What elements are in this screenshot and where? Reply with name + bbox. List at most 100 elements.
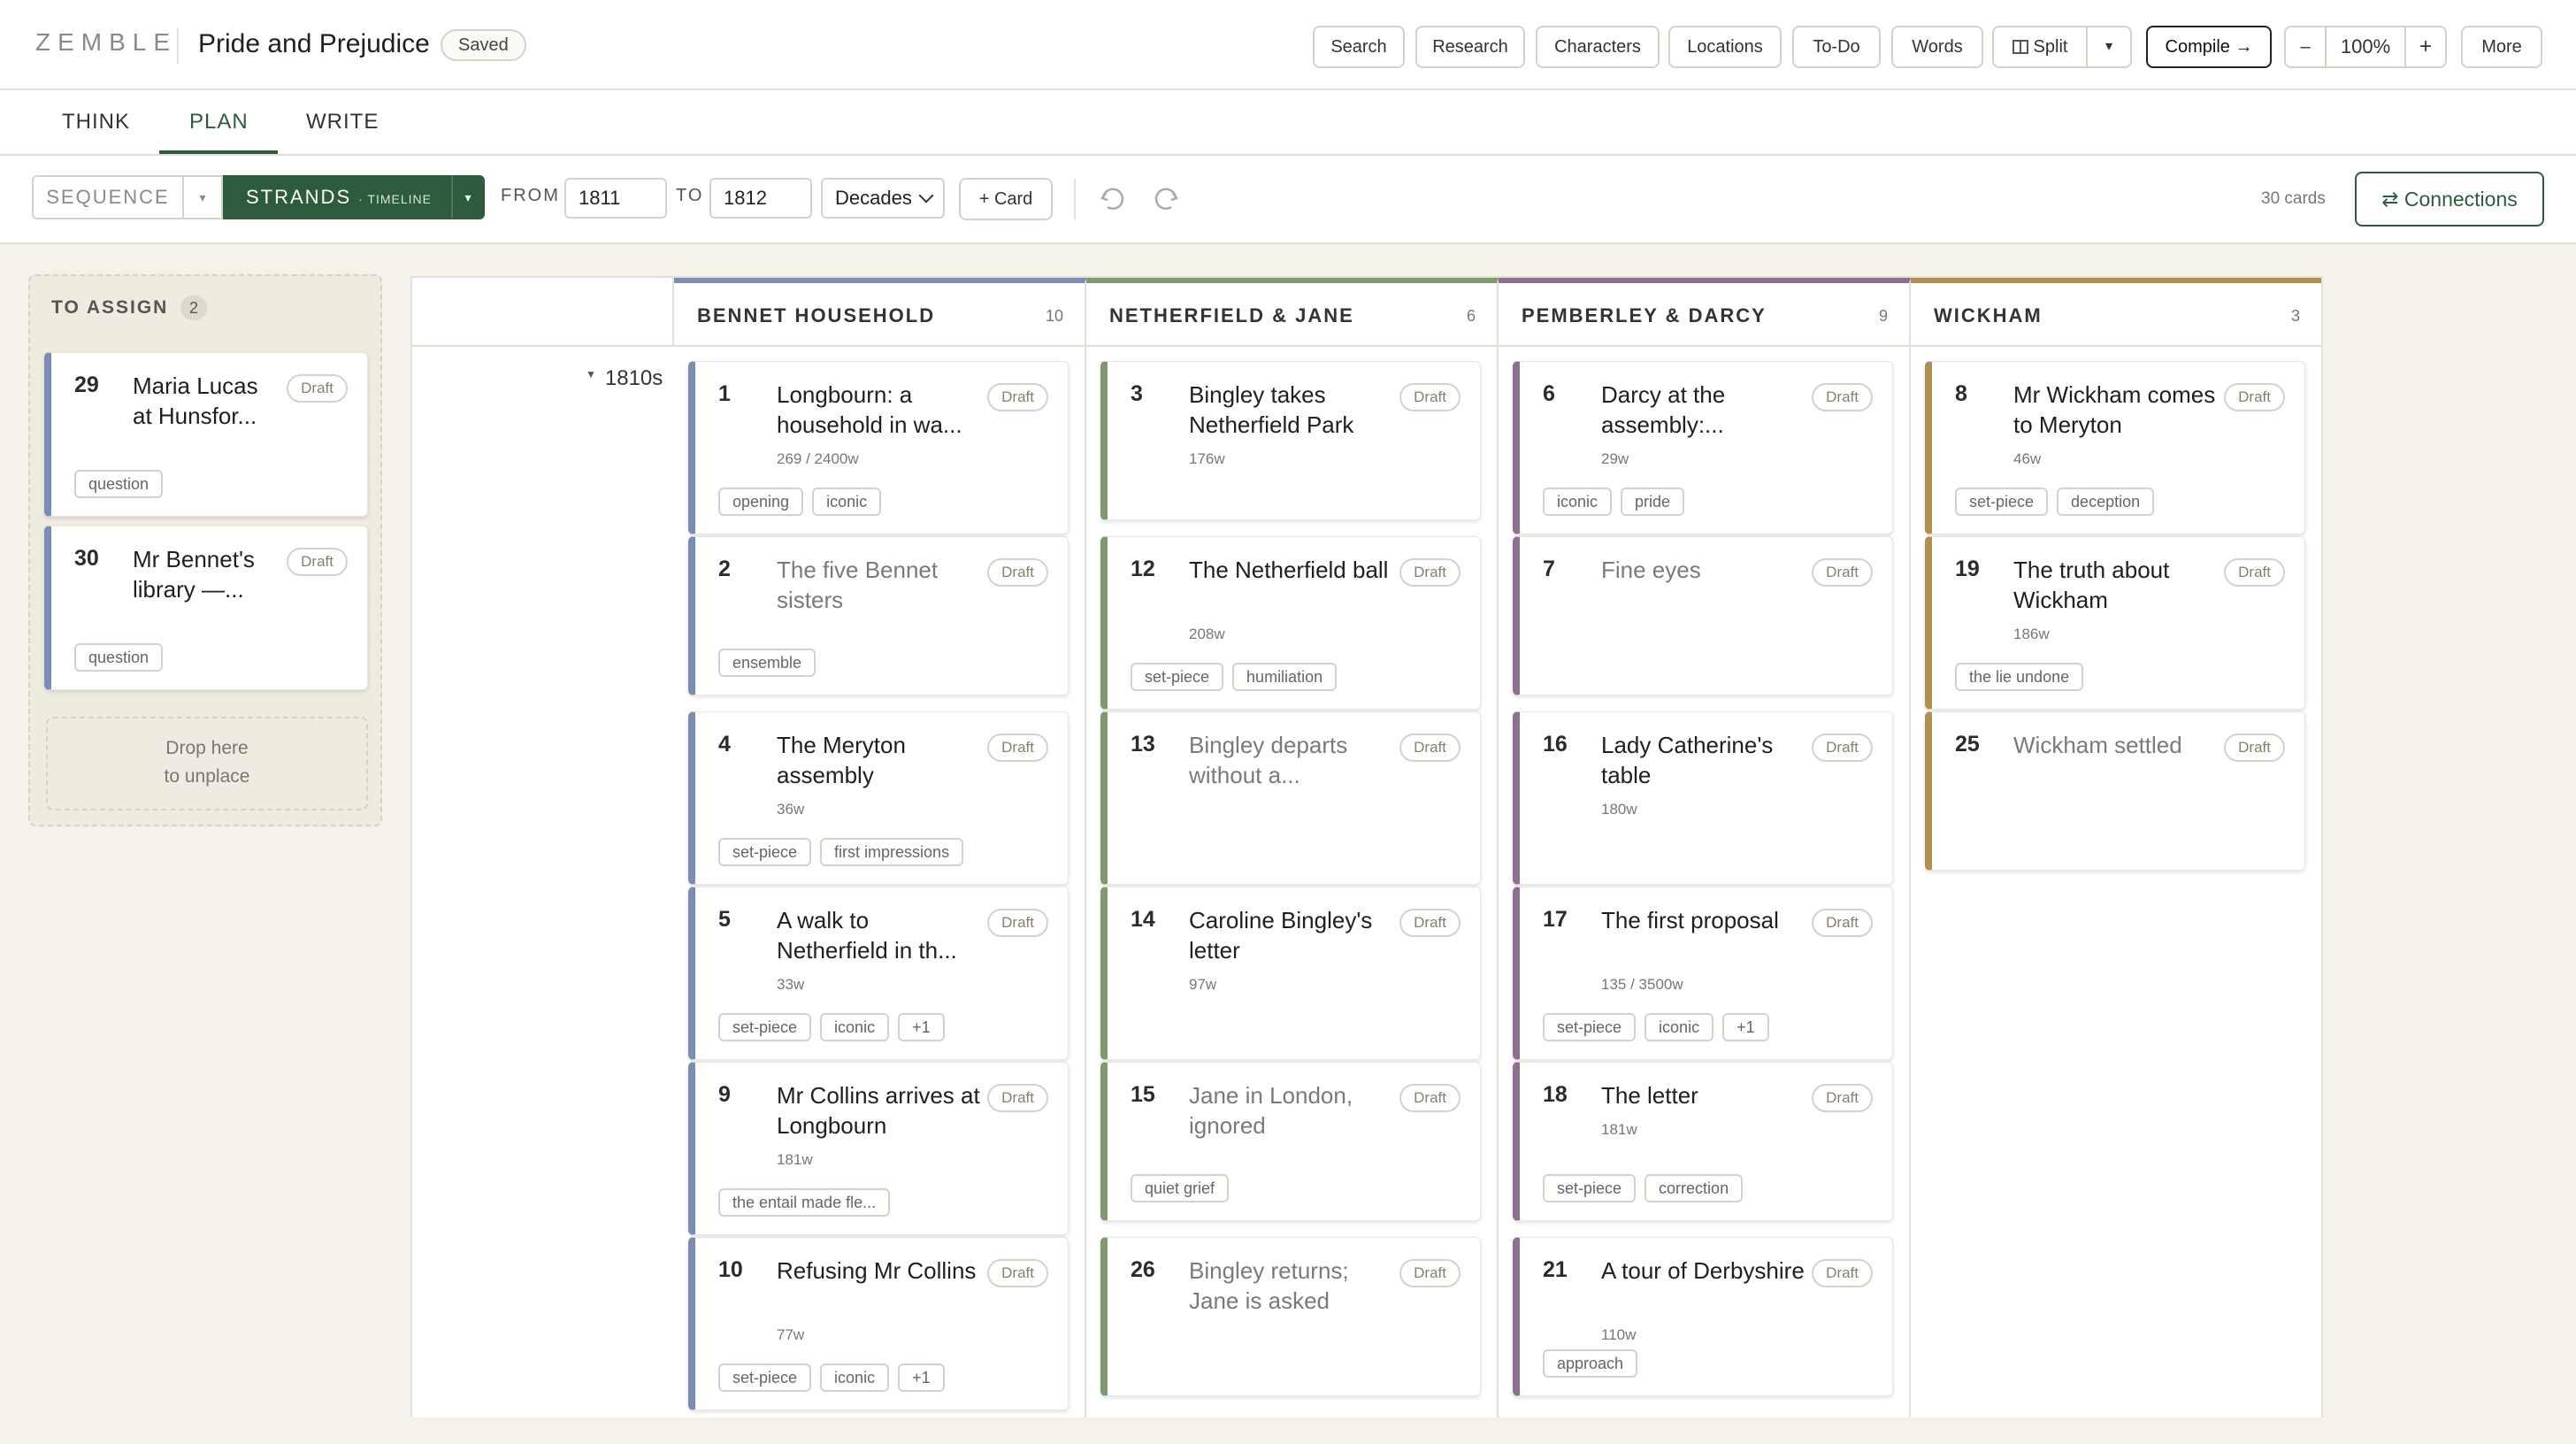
strands-dropdown-caret[interactable]: ▾	[451, 175, 485, 219]
scene-card[interactable]: 15 Jane in London, ignored Draft quiet grie…	[1100, 1062, 1481, 1221]
tag[interactable]: set-piece	[718, 838, 812, 866]
timeline-sublabel: · TIMELINE	[358, 192, 432, 206]
card-title: Mr Wickham comes to Meryton	[2013, 381, 2216, 438]
strand-column-header[interactable]: NETHERFIELD & JANE 6	[1086, 278, 1499, 347]
scene-card[interactable]: 3 Bingley takes Netherfield Park Draft 176w	[1100, 361, 1481, 520]
tag[interactable]: first impressions	[820, 838, 964, 866]
scene-card[interactable]: 2 The five Bennet sisters Draft ensemble	[688, 536, 1069, 695]
redo-icon[interactable]	[1150, 182, 1182, 214]
tag[interactable]: +1	[898, 1363, 945, 1392]
scene-card[interactable]: 29 Maria Lucas at Hunsfor... Draft question	[44, 352, 368, 517]
tag[interactable]: +1	[898, 1013, 945, 1041]
undo-icon[interactable]	[1097, 182, 1129, 214]
tag[interactable]: ensemble	[718, 649, 816, 677]
app-header: ZEMBLE Pride and Prejudice Saved Search …	[0, 0, 2576, 90]
strand-column-header[interactable]: BENNET HOUSEHOLD 10	[674, 278, 1086, 347]
tag[interactable]: set-piece	[718, 1363, 812, 1392]
strands-view-button[interactable]: STRANDS · TIMELINE	[223, 175, 455, 219]
tag[interactable]: pride	[1621, 488, 1685, 516]
compile-button[interactable]: Compile →	[2146, 26, 2272, 68]
tab-think[interactable]: THINK	[62, 110, 130, 134]
scene-card[interactable]: 7 Fine eyes Draft	[1513, 536, 1893, 695]
scene-card[interactable]: 12 The Netherfield ball Draft 208w set-piece…	[1100, 536, 1481, 710]
active-tab-indicator	[159, 150, 278, 154]
scene-card[interactable]: 13 Bingley departs without a... Draft	[1100, 711, 1481, 885]
card-number: 26	[1131, 1257, 1155, 1282]
card-title: A tour of Derbyshire	[1601, 1257, 1805, 1284]
split-view-button[interactable]: Split	[1992, 26, 2088, 68]
scene-card[interactable]: 18 The letter Draft 181w set-piece correction	[1513, 1062, 1893, 1221]
caret-down-icon: ▼	[586, 368, 596, 380]
locations-button[interactable]: Locations	[1668, 26, 1782, 68]
search-button[interactable]: Search	[1313, 26, 1405, 68]
strand-column-header[interactable]: WICKHAM 3	[1911, 278, 2321, 347]
tag[interactable]: iconic	[820, 1363, 890, 1392]
tag[interactable]: iconic	[820, 1013, 890, 1041]
tag[interactable]: iconic	[1543, 488, 1613, 516]
tag[interactable]: set-piece	[1131, 663, 1224, 691]
card-title: Bingley returns; Jane is asked	[1189, 1257, 1349, 1314]
characters-button[interactable]: Characters	[1536, 26, 1660, 68]
word-count: 36w	[777, 801, 805, 818]
zoom-out-button[interactable]: –	[2284, 26, 2327, 68]
status-badge: Draft	[987, 558, 1048, 587]
scene-card[interactable]: 5 A walk to Netherfield in th... Draft 33w s…	[688, 887, 1069, 1060]
saved-status-badge: Saved	[441, 29, 526, 61]
zoom-in-button[interactable]: +	[2404, 26, 2447, 68]
research-button[interactable]: Research	[1415, 26, 1525, 68]
scene-card[interactable]: 16 Lady Catherine's table Draft 180w	[1513, 711, 1893, 885]
tag[interactable]: set-piece	[1543, 1013, 1637, 1041]
decade-group-toggle[interactable]: ▼ 1810s	[586, 366, 663, 391]
scene-card[interactable]: 4 The Meryton assembly Draft 36w set-piece fi…	[688, 711, 1069, 885]
todo-button[interactable]: To-Do	[1792, 26, 1881, 68]
tag[interactable]: iconic	[812, 488, 882, 516]
scene-card[interactable]: 6 Darcy at the assembly:... Draft 29w iconic…	[1513, 361, 1893, 534]
strand-column-header[interactable]: PEMBERLEY & DARCY 9	[1499, 278, 1911, 347]
tag[interactable]: question	[74, 643, 164, 672]
scene-card[interactable]: 21 A tour of Derbyshire Draft 110w approach	[1513, 1237, 1893, 1396]
scene-card[interactable]: 19 The truth about Wickham Draft 186w the li…	[1925, 536, 2305, 710]
split-dropdown-caret[interactable]: ▾	[2086, 26, 2132, 68]
tag[interactable]: quiet grief	[1131, 1174, 1230, 1202]
tag-list: set-piece iconic +1	[1543, 1013, 1769, 1041]
tag[interactable]: opening	[718, 488, 804, 516]
tag[interactable]: humiliation	[1232, 663, 1338, 691]
tag[interactable]: approach	[1543, 1349, 1638, 1378]
tag[interactable]: set-piece	[718, 1013, 812, 1041]
tag[interactable]: set-piece	[1955, 488, 2049, 516]
from-year-input[interactable]: 1811	[564, 178, 667, 219]
tag-list: set-piece correction	[1543, 1174, 1744, 1202]
scene-card[interactable]: 1 Longbourn: a household in wa... Draft 269…	[688, 361, 1069, 534]
tab-write[interactable]: WRITE	[306, 110, 379, 134]
timescale-select[interactable]: Decades	[821, 178, 945, 219]
tag[interactable]: correction	[1644, 1174, 1744, 1202]
status-badge: Draft	[1399, 383, 1460, 411]
tag[interactable]: the lie undone	[1955, 663, 2084, 691]
scene-card[interactable]: 9 Mr Collins arrives at Longbourn Draft 181…	[688, 1062, 1069, 1235]
tab-plan[interactable]: PLAN	[189, 110, 249, 134]
more-button[interactable]: More	[2461, 26, 2542, 68]
drop-zone-text: Drop here	[165, 738, 249, 758]
connections-button[interactable]: ⇄ Connections	[2355, 172, 2544, 227]
scene-card[interactable]: 10 Refusing Mr Collins Draft 77w set-piece ic…	[688, 1237, 1069, 1410]
scene-card[interactable]: 30 Mr Bennet's library —... Draft question	[44, 526, 368, 690]
add-card-button[interactable]: + Card	[959, 178, 1053, 220]
document-title[interactable]: Pride and Prejudice	[198, 29, 430, 59]
sequence-view-button[interactable]: SEQUENCE	[32, 175, 184, 219]
tag-list: the lie undone	[1955, 663, 2084, 691]
tag[interactable]: set-piece	[1543, 1174, 1637, 1202]
tag[interactable]: question	[74, 470, 164, 498]
scene-card[interactable]: 17 The first proposal Draft 135 / 3500w set-…	[1513, 887, 1893, 1060]
scene-card[interactable]: 14 Caroline Bingley's letter Draft 97w	[1100, 887, 1481, 1060]
unplace-drop-zone[interactable]: Drop here to unplace	[46, 717, 368, 810]
scene-card[interactable]: 26 Bingley returns; Jane is asked Draft	[1100, 1237, 1481, 1396]
words-button[interactable]: Words	[1891, 26, 1983, 68]
scene-card[interactable]: 25 Wickham settled Draft	[1925, 711, 2305, 871]
tag[interactable]: iconic	[1644, 1013, 1714, 1041]
scene-card[interactable]: 8 Mr Wickham comes to Meryton Draft 46w set-…	[1925, 361, 2305, 534]
tag[interactable]: +1	[1722, 1013, 1769, 1041]
tag[interactable]: the entail made fle...	[718, 1188, 891, 1217]
sequence-dropdown-caret[interactable]: ▾	[182, 175, 223, 219]
tag[interactable]: deception	[2057, 488, 2155, 516]
to-year-input[interactable]: 1812	[709, 178, 812, 219]
